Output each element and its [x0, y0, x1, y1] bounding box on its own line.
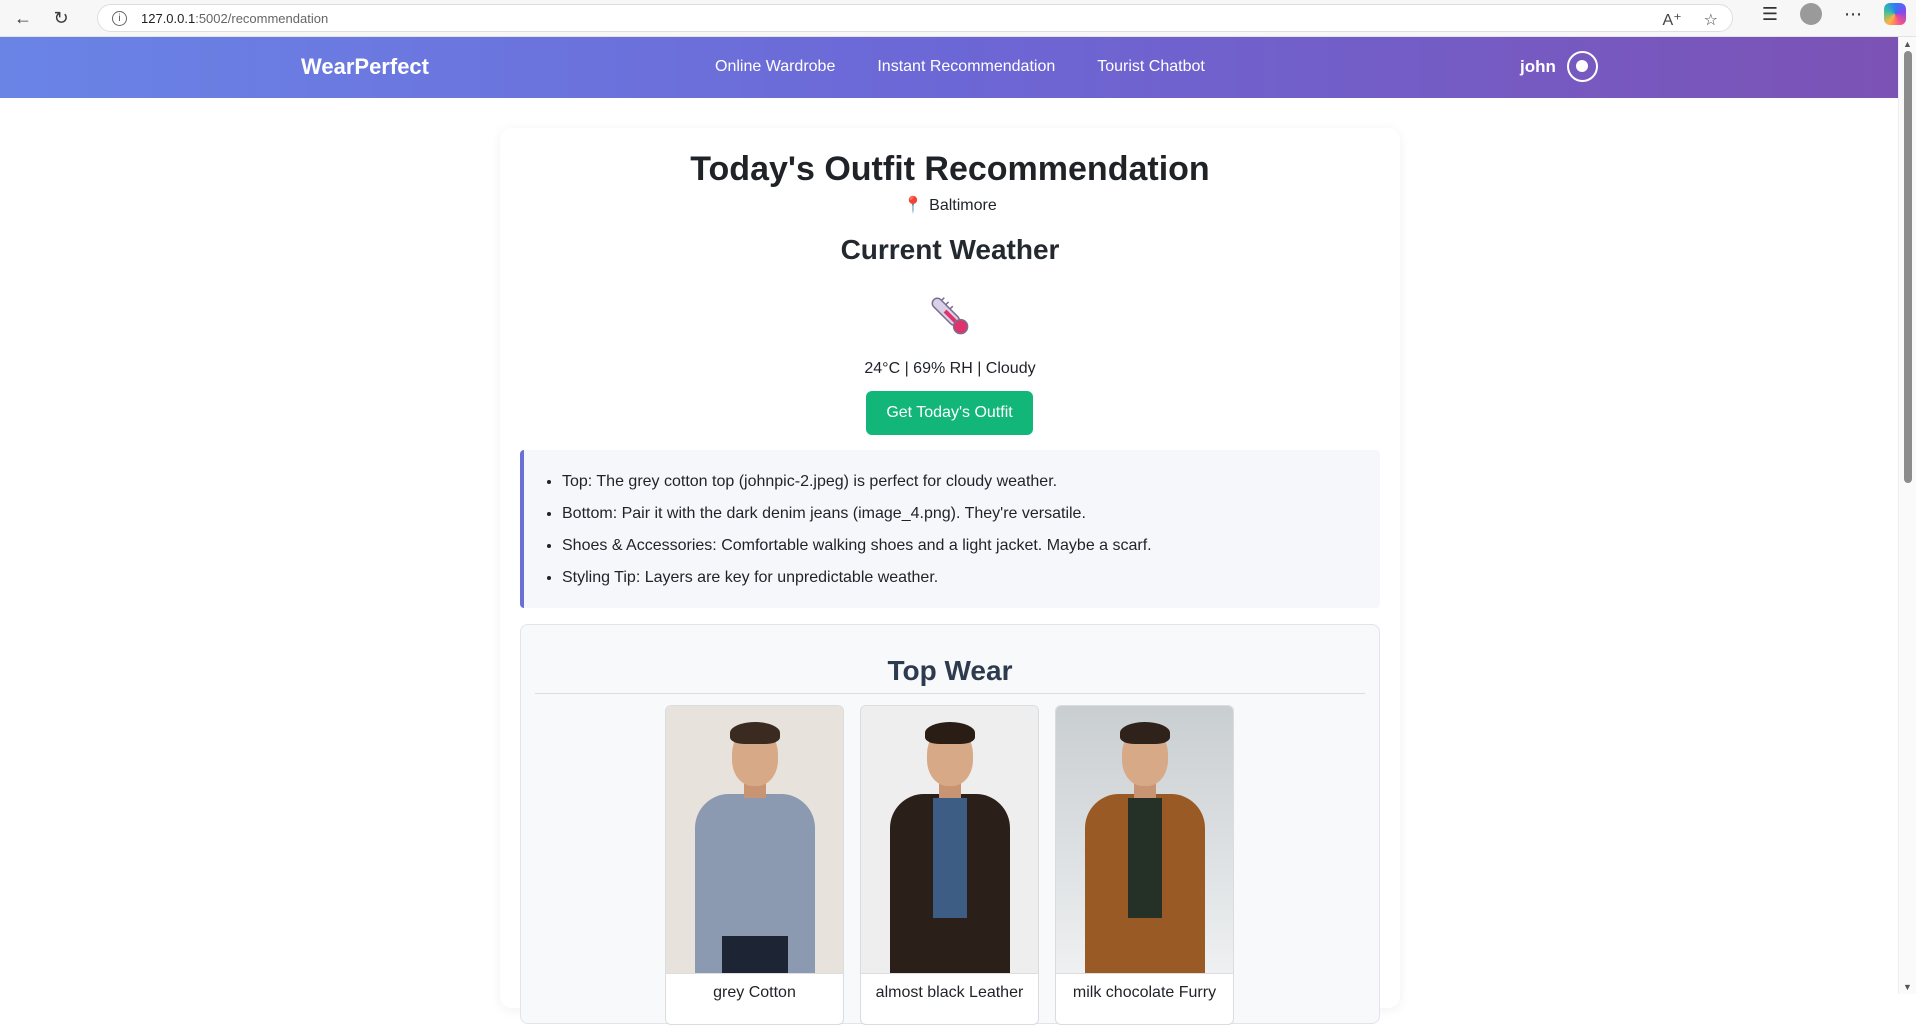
item-photo: [861, 706, 1038, 973]
favorite-star-icon[interactable]: ☆: [1704, 10, 1718, 30]
get-outfit-button[interactable]: Get Today's Outfit: [866, 391, 1033, 435]
back-icon[interactable]: ←: [8, 3, 38, 33]
url-path: :5002/recommendation: [195, 10, 329, 26]
favorites-icon[interactable]: ☰: [1762, 4, 1778, 25]
location-name: Baltimore: [929, 197, 997, 214]
location-pin-icon: 📍: [903, 197, 924, 214]
user-menu[interactable]: john: [1520, 51, 1598, 82]
location: 📍 Baltimore: [500, 195, 1400, 215]
brand-logo[interactable]: WearPerfect: [301, 54, 429, 80]
item-label: almost black Leather: [861, 973, 1038, 1023]
user-avatar-icon[interactable]: [1566, 51, 1598, 82]
wardrobe-item-black-leather[interactable]: almost black Leather: [860, 705, 1039, 1025]
nav-tourist-chatbot[interactable]: Tourist Chatbot: [1097, 58, 1205, 76]
recommendation-card: Today's Outfit Recommendation 📍 Baltimore…: [500, 128, 1400, 1025]
reload-icon[interactable]: ↻: [46, 3, 76, 33]
scroll-down-icon[interactable]: ▼: [1903, 982, 1912, 992]
site-header: WearPerfect Online Wardrobe Instant Reco…: [0, 37, 1898, 98]
weather-title: Current Weather: [840, 234, 1060, 265]
wardrobe-item-chocolate-furry[interactable]: milk chocolate Furry: [1055, 705, 1234, 1025]
top-wear-items: grey Cotton almost black Leather milk ch…: [665, 705, 1234, 1025]
weather-readout: 24°C | 69% RH | Cloudy: [864, 360, 1036, 377]
wardrobe-item-grey-cotton[interactable]: grey Cotton: [665, 705, 844, 1025]
scroll-up-icon[interactable]: ▲: [1903, 39, 1912, 49]
more-menu-icon[interactable]: ⋯: [1844, 4, 1862, 25]
nav-instant-recommendation[interactable]: Instant Recommendation: [877, 58, 1055, 76]
user-name: john: [1520, 56, 1556, 76]
read-aloud-icon[interactable]: A⁺: [1663, 10, 1682, 30]
tip-bottom: Bottom: Pair it with the dark denim jean…: [562, 498, 1362, 530]
copilot-icon[interactable]: [1884, 3, 1906, 25]
url-host: 127.0.0.1: [141, 10, 196, 26]
tip-styling: Styling Tip: Layers are key for unpredic…: [562, 562, 1362, 594]
item-label: grey Cotton: [666, 973, 843, 1023]
tip-top: Top: The grey cotton top (johnpic-2.jpeg…: [562, 466, 1362, 498]
page-title: Today's Outfit Recommendation: [690, 150, 1210, 188]
page-scrollbar[interactable]: ▲ ▼: [1898, 37, 1916, 994]
nav-online-wardrobe[interactable]: Online Wardrobe: [715, 58, 835, 76]
item-label: milk chocolate Furry: [1056, 973, 1233, 1023]
thermometer-icon: [931, 297, 969, 335]
browser-toolbar: ← ↻ i 127.0.0.1:5002/recommendation A⁺ ☆…: [0, 0, 1916, 37]
top-wear-section: Top Wear grey Cotton almost black Leathe…: [520, 624, 1380, 1025]
profile-icon[interactable]: [1800, 3, 1822, 25]
recommendation-tips: Top: The grey cotton top (johnpic-2.jpeg…: [520, 450, 1380, 608]
main-nav: Online Wardrobe Instant Recommendation T…: [715, 58, 1205, 76]
item-photo: [666, 706, 843, 973]
scroll-thumb[interactable]: [1904, 51, 1912, 483]
section-title: Top Wear: [535, 655, 1365, 694]
item-photo: [1056, 706, 1233, 973]
site-info-icon[interactable]: i: [112, 10, 127, 26]
address-bar[interactable]: i 127.0.0.1:5002/recommendation A⁺ ☆: [97, 4, 1733, 32]
tip-shoes-accessories: Shoes & Accessories: Comfortable walking…: [562, 530, 1362, 562]
